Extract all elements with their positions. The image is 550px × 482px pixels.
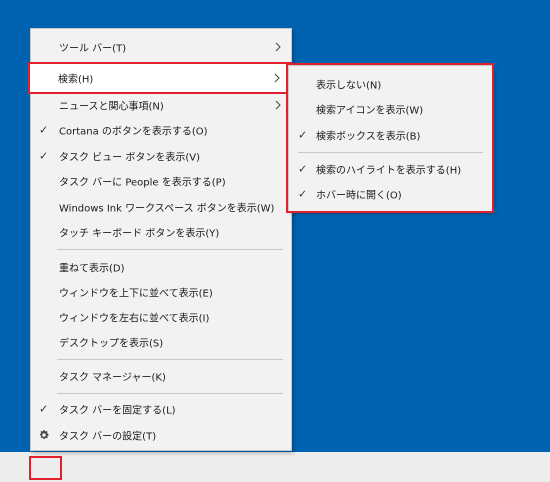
check-icon: ✓ [298, 128, 308, 142]
menu-item-show-desktop[interactable]: デスクトップを表示(S) [31, 330, 291, 354]
submenu-item-show-search-icon[interactable]: 検索アイコンを表示(W) [289, 97, 492, 121]
check-icon: ✓ [39, 402, 49, 416]
menu-separator [57, 249, 283, 250]
taskbar [0, 452, 550, 482]
menu-item-label: 表示しない(N) [316, 80, 382, 92]
menu-item-label: ウィンドウを左右に並べて表示(I) [59, 313, 210, 325]
menu-item-cortana-button[interactable]: ✓ Cortana のボタンを表示する(O) [31, 118, 291, 142]
menu-separator [298, 152, 483, 153]
menu-item-label: 重ねて表示(D) [59, 263, 125, 275]
menu-item-windows-ink[interactable]: Windows Ink ワークスペース ボタンを表示(W) [31, 195, 291, 219]
menu-separator [57, 393, 283, 394]
menu-separator [57, 359, 283, 360]
menu-item-label: タスク バーの設定(T) [59, 431, 157, 443]
menu-item-label: Windows Ink ワークスペース ボタンを表示(W) [59, 203, 275, 215]
menu-item-people[interactable]: タスク バーに People を表示する(P) [31, 169, 291, 193]
start-button-highlight[interactable] [29, 456, 62, 480]
menu-item-label: Cortana のボタンを表示する(O) [59, 126, 208, 138]
menu-item-taskbar-settings[interactable]: タスク バーの設定(T) [31, 423, 291, 447]
menu-item-label: ウィンドウを上下に並べて表示(E) [59, 288, 213, 300]
menu-item-lock-taskbar[interactable]: ✓ タスク バーを固定する(L) [31, 397, 291, 421]
search-submenu: 表示しない(N) 検索アイコンを表示(W) ✓ 検索ボックスを表示(B) ✓ 検… [288, 65, 493, 212]
menu-item-label: ホバー時に開く(O) [316, 190, 402, 202]
chevron-right-icon [275, 100, 281, 110]
menu-item-label: タスク バーに People を表示する(P) [59, 177, 226, 189]
check-icon: ✓ [39, 149, 49, 163]
menu-item-label: 検索ボックスを表示(B) [316, 131, 421, 143]
menu-item-label: タスク マネージャー(K) [59, 372, 166, 384]
submenu-item-open-on-hover[interactable]: ✓ ホバー時に開く(O) [289, 182, 492, 206]
menu-item-task-manager[interactable]: タスク マネージャー(K) [31, 364, 291, 388]
menu-item-label: タスク ビュー ボタンを表示(V) [59, 152, 201, 164]
menu-item-task-view-button[interactable]: ✓ タスク ビュー ボタンを表示(V) [31, 144, 291, 168]
submenu-item-show-search-box[interactable]: ✓ 検索ボックスを表示(B) [289, 123, 492, 147]
menu-item-label: ツール バー(T) [59, 43, 127, 55]
menu-item-label: 検索のハイライトを表示する(H) [316, 165, 462, 177]
menu-item-label: デスクトップを表示(S) [59, 338, 164, 350]
check-icon: ✓ [298, 187, 308, 201]
menu-item-side-by-side[interactable]: ウィンドウを左右に並べて表示(I) [31, 305, 291, 329]
submenu-item-hidden[interactable]: 表示しない(N) [289, 72, 492, 96]
check-icon: ✓ [39, 123, 49, 137]
menu-item-label: 検索アイコンを表示(W) [316, 105, 424, 117]
gear-icon [39, 430, 49, 439]
check-icon: ✓ [298, 162, 308, 176]
menu-item-label: ニュースと関心事項(N) [59, 101, 164, 113]
menu-item-stack[interactable]: ウィンドウを上下に並べて表示(E) [31, 280, 291, 304]
menu-item-search[interactable]: 検索(H) [28, 62, 292, 94]
menu-item-cascade[interactable]: 重ねて表示(D) [31, 255, 291, 279]
menu-item-label: タスク バーを固定する(L) [59, 405, 176, 417]
menu-item-label: 検索(H) [58, 74, 94, 86]
menu-item-label: タッチ キーボード ボタンを表示(Y) [59, 228, 220, 240]
chevron-right-icon [274, 73, 280, 83]
chevron-right-icon [275, 42, 281, 52]
menu-item-news-interests[interactable]: ニュースと関心事項(N) [31, 93, 291, 117]
menu-item-toolbars[interactable]: ツール バー(T) [31, 35, 291, 59]
submenu-item-search-highlights[interactable]: ✓ 検索のハイライトを表示する(H) [289, 157, 492, 181]
menu-item-touch-keyboard[interactable]: タッチ キーボード ボタンを表示(Y) [31, 220, 291, 244]
